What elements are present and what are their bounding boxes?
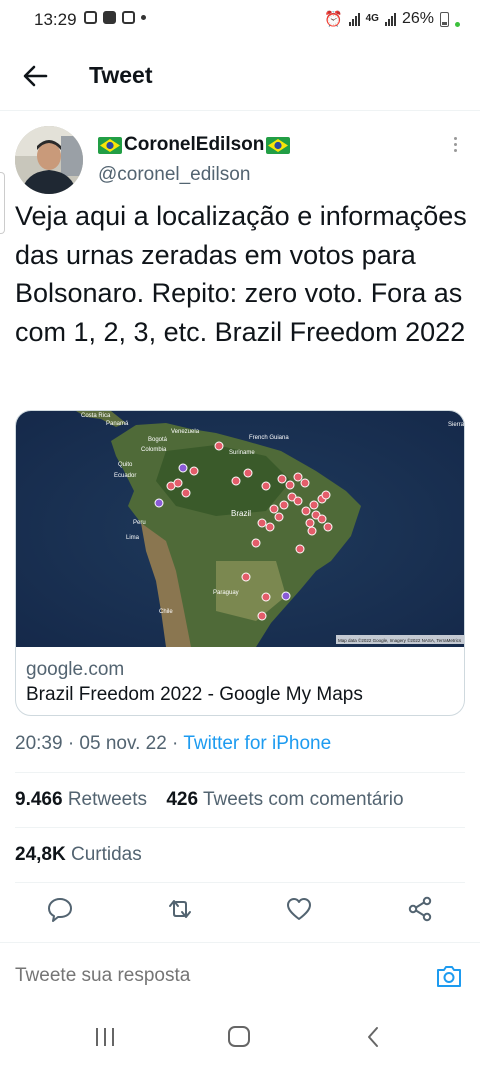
privacy-dot-icon <box>455 21 460 27</box>
app-icon <box>122 11 135 24</box>
status-bar: 13:29 ⏰ 4G 26% <box>0 0 480 40</box>
home-icon <box>228 1026 250 1047</box>
map-label-venezuela: Venezuela <box>171 429 200 435</box>
avatar[interactable] <box>15 126 83 194</box>
map-label-sierra: Sierra <box>448 422 465 428</box>
reply-input[interactable] <box>15 965 415 987</box>
timestamp-text: 20:39 · 05 nov. 22 · <box>15 733 184 754</box>
display-name: CoronelEdilson <box>124 134 265 155</box>
signal-icon <box>348 12 360 26</box>
card-title: Brazil Freedom 2022 - Google My Maps <box>26 684 363 705</box>
battery-icon <box>440 11 449 27</box>
map-label-lima: Lima <box>126 535 140 541</box>
link-card[interactable]: Costa Rica Panamá Venezuela Bogotá Colom… <box>15 410 465 716</box>
map-label-french-guiana: French Guiana <box>249 435 289 441</box>
divider <box>15 882 465 883</box>
share-button[interactable] <box>406 895 436 925</box>
map-label-costa-rica: Costa Rica <box>81 413 111 419</box>
nav-back-button[interactable] <box>359 1024 389 1050</box>
divider <box>15 827 465 828</box>
quotes-label: Tweets com comentário <box>202 789 404 810</box>
brazil-flag-icon <box>266 136 291 154</box>
likes-stats: 24,8K Curtidas <box>15 844 156 866</box>
divider <box>15 772 465 773</box>
more-vertical-icon <box>446 137 464 152</box>
likes-label: Curtidas <box>70 844 142 865</box>
map-label-brazil: Brazil <box>231 509 251 518</box>
map-image: Costa Rica Panamá Venezuela Bogotá Colom… <box>16 411 465 647</box>
map-label-paraguay: Paraguay <box>213 590 239 596</box>
screenshot-icon <box>84 11 97 24</box>
recent-apps-icon <box>96 1028 114 1046</box>
likes-count: 24,8K <box>15 844 66 865</box>
network-type: 4G <box>365 13 379 24</box>
map-label-chile: Chile <box>159 609 173 615</box>
retweets-stat[interactable]: 9.466 Retweets <box>15 789 147 810</box>
map-label-quito: Quito <box>118 462 133 468</box>
map-label-suriname: Suriname <box>229 450 255 456</box>
system-nav-bar <box>0 1008 480 1066</box>
reply-button[interactable] <box>46 895 76 925</box>
alarm-icon: ⏰ <box>323 11 343 28</box>
nav-back-icon <box>368 1027 378 1047</box>
gallery-icon <box>103 11 116 24</box>
more-options-button[interactable] <box>446 134 464 158</box>
quotes-count: 426 <box>166 789 199 810</box>
tweet-source-link[interactable]: Twitter for iPhone <box>183 733 331 754</box>
reply-bar <box>0 942 480 1009</box>
share-icon <box>408 896 432 922</box>
edge-panel-handle[interactable] <box>0 172 5 234</box>
map-label-bogota: Bogotá <box>148 437 168 443</box>
recent-apps-button[interactable] <box>90 1024 120 1050</box>
map-label-colombia: Colombia <box>141 447 167 453</box>
camera-icon <box>437 966 461 987</box>
retweets-label: Retweets <box>67 789 148 810</box>
heart-icon <box>287 898 311 920</box>
more-notifications-icon <box>141 15 146 20</box>
notification-icons <box>84 11 146 24</box>
status-time: 13:29 <box>34 10 77 29</box>
battery-percent: 26% <box>401 10 434 27</box>
card-domain: google.com <box>26 659 125 680</box>
like-button[interactable] <box>285 895 315 925</box>
avatar-image <box>15 126 83 194</box>
back-button[interactable] <box>20 62 50 90</box>
map-attribution: Map data ©2022 Google, Imagery ©2022 NAS… <box>338 637 462 643</box>
home-button[interactable] <box>224 1024 254 1050</box>
quotes-stat[interactable]: 426 Tweets com comentário <box>166 789 403 810</box>
author-handle[interactable]: @coronel_edilson <box>98 164 250 186</box>
tweet-text: Veja aqui a localização e informações da… <box>15 201 467 347</box>
page-title: Tweet <box>89 62 153 88</box>
retweet-icon <box>169 900 191 918</box>
arrow-left-icon <box>23 65 48 87</box>
tweet-actions <box>0 895 480 931</box>
likes-stat[interactable]: 24,8K Curtidas <box>15 844 142 865</box>
camera-button[interactable] <box>435 963 463 989</box>
engagement-stats: 9.466 Retweets 426 Tweets com comentário <box>15 789 418 811</box>
brazil-flag-icon <box>98 136 122 154</box>
author-name[interactable]: CoronelEdilson <box>98 134 291 156</box>
retweet-button[interactable] <box>165 895 195 925</box>
map-label-peru: Peru <box>133 520 146 526</box>
retweets-count: 9.466 <box>15 789 63 810</box>
map-label-ecuador: Ecuador <box>114 473 136 479</box>
comment-icon <box>48 898 72 922</box>
app-header: Tweet <box>0 40 480 111</box>
system-icons: ⏰ 4G 26% <box>324 10 460 28</box>
tweet-timestamp: 20:39 · 05 nov. 22 · Twitter for iPhone <box>15 733 331 755</box>
map-label-panama: Panamá <box>106 421 129 427</box>
signal-icon-2 <box>384 12 396 26</box>
